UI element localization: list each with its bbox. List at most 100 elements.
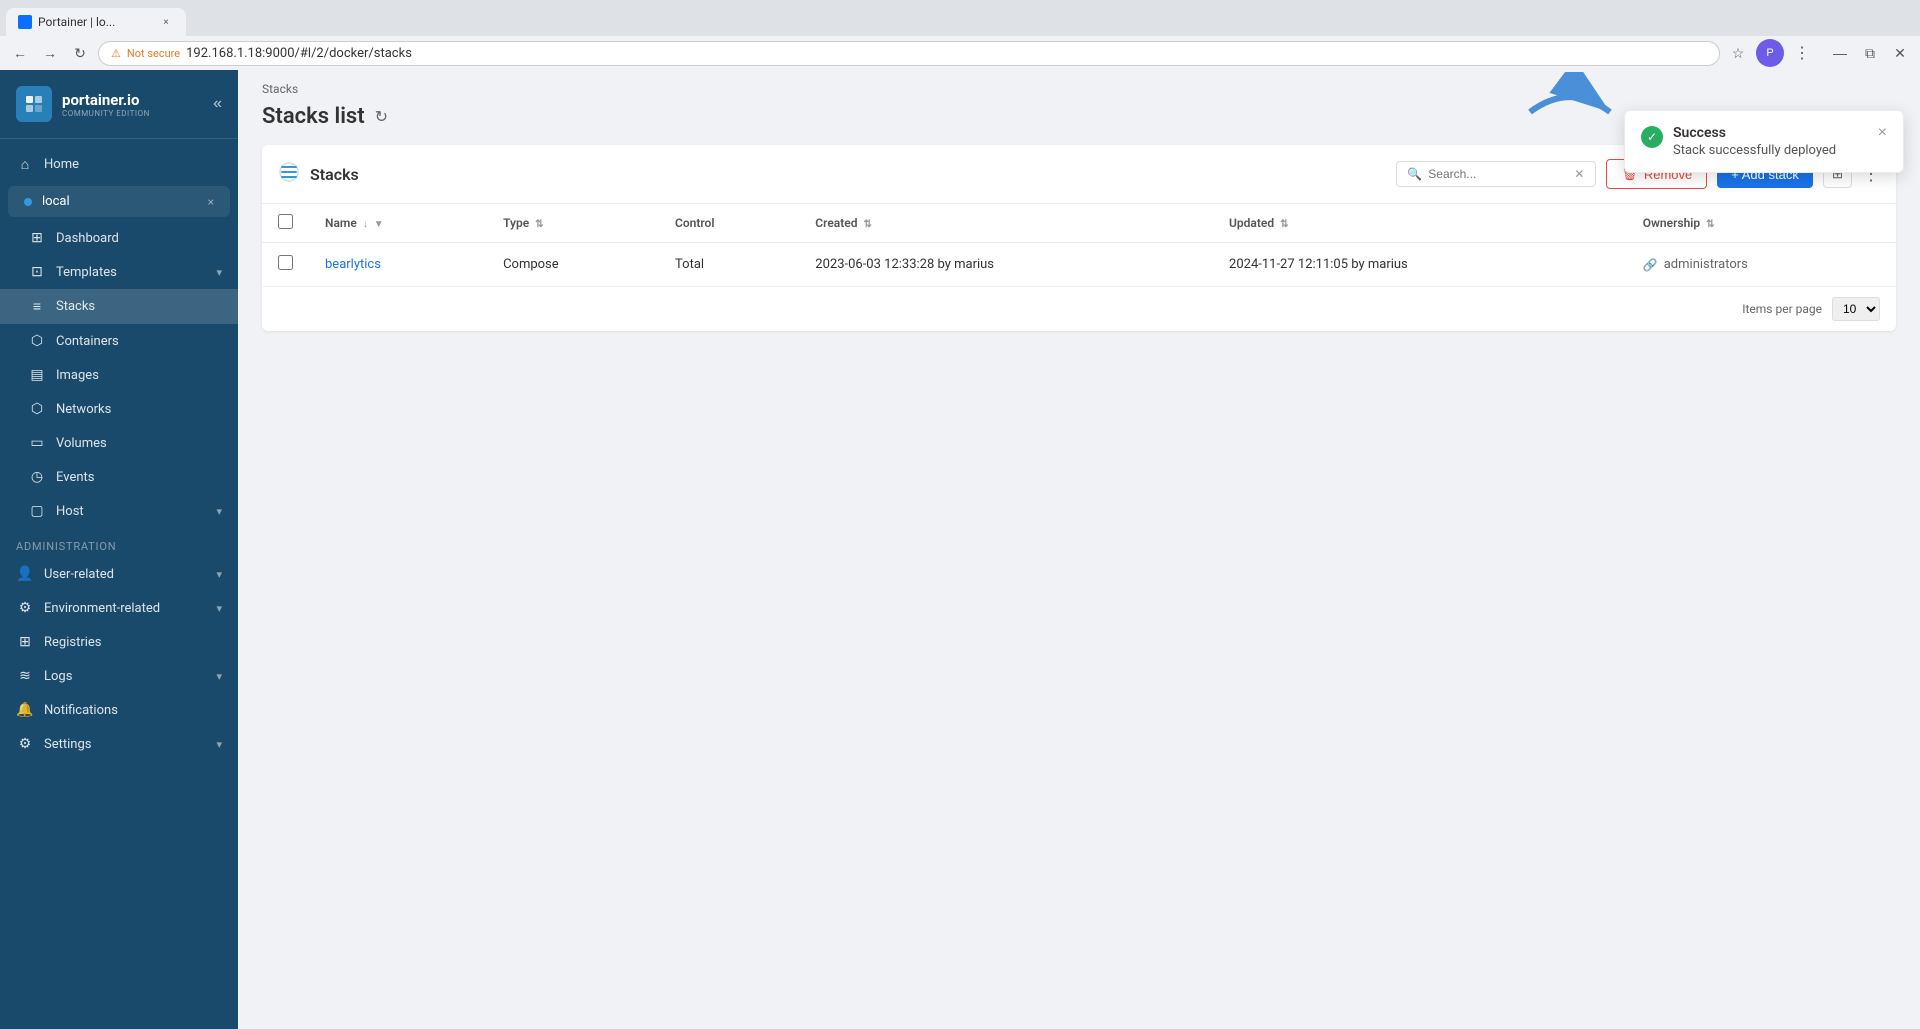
sidebar-label-registries: Registries [44,635,222,650]
panel-title: Stacks [310,165,1386,184]
sidebar-item-notifications[interactable]: 🔔 Notifications [0,693,238,727]
logo-icon [16,86,52,122]
user-related-chevron-icon: ▾ [216,568,222,581]
sidebar-env-local[interactable]: local × [8,186,230,217]
sidebar-item-home[interactable]: ⌂ Home [0,147,238,182]
sidebar-item-env-related[interactable]: ⚙ Environment-related ▾ [0,591,238,625]
sidebar-label-dashboard: Dashboard [56,231,222,246]
sidebar-label-networks: Networks [56,402,222,417]
col-name-label: Name [325,216,357,230]
updated-sort-icon[interactable]: ⇅ [1280,219,1288,230]
close-window-button[interactable]: ✕ [1888,41,1912,65]
items-per-page-select[interactable]: 10 25 50 [1832,297,1880,321]
toast-close-button[interactable]: × [1878,125,1887,141]
browser-tab-active[interactable]: Portainer | lo... × [6,8,186,36]
bookmark-button[interactable]: ☆ [1726,41,1750,65]
stack-name-link[interactable]: bearlytics [325,257,381,272]
menu-button[interactable]: ⋮ [1790,41,1814,65]
logo-area: portainer.io COMMUNITY EDITION [16,86,150,122]
settings-icon: ⚙ [16,736,34,752]
logo-text-area: portainer.io COMMUNITY EDITION [62,91,150,118]
name-filter-icon[interactable]: ▼ [374,219,384,230]
tab-title: Portainer | lo... [38,15,152,29]
browser-toolbar: ← → ↻ ⚠ Not secure 192.168.1.18:9000/#l/… [0,36,1920,70]
sidebar-item-templates[interactable]: ⊡ Templates ▾ [0,255,238,289]
sidebar-label-stacks: Stacks [56,299,222,314]
sidebar-item-registries[interactable]: ⊞ Registries [0,625,238,659]
row-name-cell: bearlytics [309,243,487,287]
sidebar-label-local: local [42,194,198,209]
select-all-checkbox[interactable] [278,214,293,229]
ownership-icon: 🔗 [1643,258,1658,272]
sidebar-item-logs[interactable]: ≋ Logs ▾ [0,659,238,693]
reload-button[interactable]: ↻ [68,41,92,65]
col-control-label: Control [675,216,714,230]
sidebar-item-settings[interactable]: ⚙ Settings ▾ [0,727,238,761]
sidebar-item-volumes[interactable]: ▭ Volumes [0,426,238,460]
forward-button[interactable]: → [38,41,62,65]
host-icon: ▢ [28,503,46,519]
settings-chevron-icon: ▾ [216,738,222,751]
logs-icon: ≋ [16,668,34,684]
address-text: 192.168.1.18:9000/#l/2/docker/stacks [186,46,1707,61]
sidebar-item-images[interactable]: ▤ Images [0,358,238,392]
sidebar-item-networks[interactable]: ⬡ Networks [0,392,238,426]
row-checkbox[interactable] [278,255,293,270]
back-button[interactable]: ← [8,41,32,65]
browser-tabs: Portainer | lo... × [0,0,1920,36]
row-updated-cell: 2024-11-27 12:11:05 by marius [1213,243,1627,287]
search-clear-icon[interactable]: ✕ [1574,167,1584,181]
select-all-header [262,204,309,243]
notifications-icon: 🔔 [16,702,34,718]
stacks-icon: ≡ [28,298,46,315]
sidebar-item-stacks[interactable]: ≡ Stacks [0,289,238,324]
refresh-button[interactable]: ↻ [375,107,388,127]
logo-subtitle: COMMUNITY EDITION [62,109,150,118]
env-status-dot [24,198,32,206]
search-input[interactable] [1428,167,1568,181]
sidebar-header: portainer.io COMMUNITY EDITION « [0,70,238,139]
env-related-chevron-icon: ▾ [216,602,222,615]
sidebar-label-images: Images [56,368,222,383]
col-ownership-label: Ownership [1643,216,1700,230]
address-bar[interactable]: ⚠ Not secure 192.168.1.18:9000/#l/2/dock… [98,41,1720,66]
sidebar-label-events: Events [56,470,222,485]
logs-chevron-icon: ▾ [216,670,222,683]
search-box[interactable]: 🔍 ✕ [1396,161,1596,187]
page-title: Stacks list [262,104,365,129]
sidebar-item-containers[interactable]: ⬡ Containers [0,324,238,358]
restore-button[interactable]: ⧉ [1858,41,1882,65]
sidebar-label-user-related: User-related [44,567,206,582]
name-sort-icon[interactable]: ↓ [363,219,368,230]
ownership-sort-icon[interactable]: ⇅ [1706,219,1714,230]
toast-success-icon: ✓ [1641,126,1663,148]
type-sort-icon[interactable]: ⇅ [535,219,543,230]
sidebar-item-dashboard[interactable]: ⊞ Dashboard [0,221,238,255]
app-container: portainer.io COMMUNITY EDITION « ⌂ Home … [0,70,1920,1029]
col-created-label: Created [815,216,857,230]
profile-button[interactable]: P [1756,39,1784,67]
tab-close-button[interactable]: × [158,14,174,30]
ownership-value: administrators [1664,257,1748,272]
tab-favicon [18,15,32,29]
col-name: Name ↓ ▼ [309,204,487,243]
sidebar-label-home: Home [44,157,222,172]
col-updated: Updated ⇅ [1213,204,1627,243]
success-toast: ✓ Success Stack successfully deployed × [1624,110,1904,173]
env-close-button[interactable]: × [208,195,214,209]
table-body: bearlytics Compose Total 2023-06-03 12:3… [262,243,1896,287]
col-ownership: Ownership ⇅ [1627,204,1896,243]
sidebar-item-host[interactable]: ▢ Host ▾ [0,494,238,528]
created-sort-icon[interactable]: ⇅ [863,219,871,230]
security-label: Not secure [127,47,180,60]
items-per-page-label: Items per page [1742,302,1822,316]
sidebar-item-user-related[interactable]: 👤 User-related ▾ [0,557,238,591]
minimize-button[interactable]: — [1828,41,1852,65]
sidebar-item-events[interactable]: ◷ Events [0,460,238,494]
sidebar-label-logs: Logs [44,669,206,684]
env-related-icon: ⚙ [16,600,34,616]
logo-text: portainer.io [62,91,150,109]
templates-chevron-icon: ▾ [216,266,222,279]
sidebar-collapse-button[interactable]: « [213,95,222,113]
sidebar-label-templates: Templates [56,265,206,280]
